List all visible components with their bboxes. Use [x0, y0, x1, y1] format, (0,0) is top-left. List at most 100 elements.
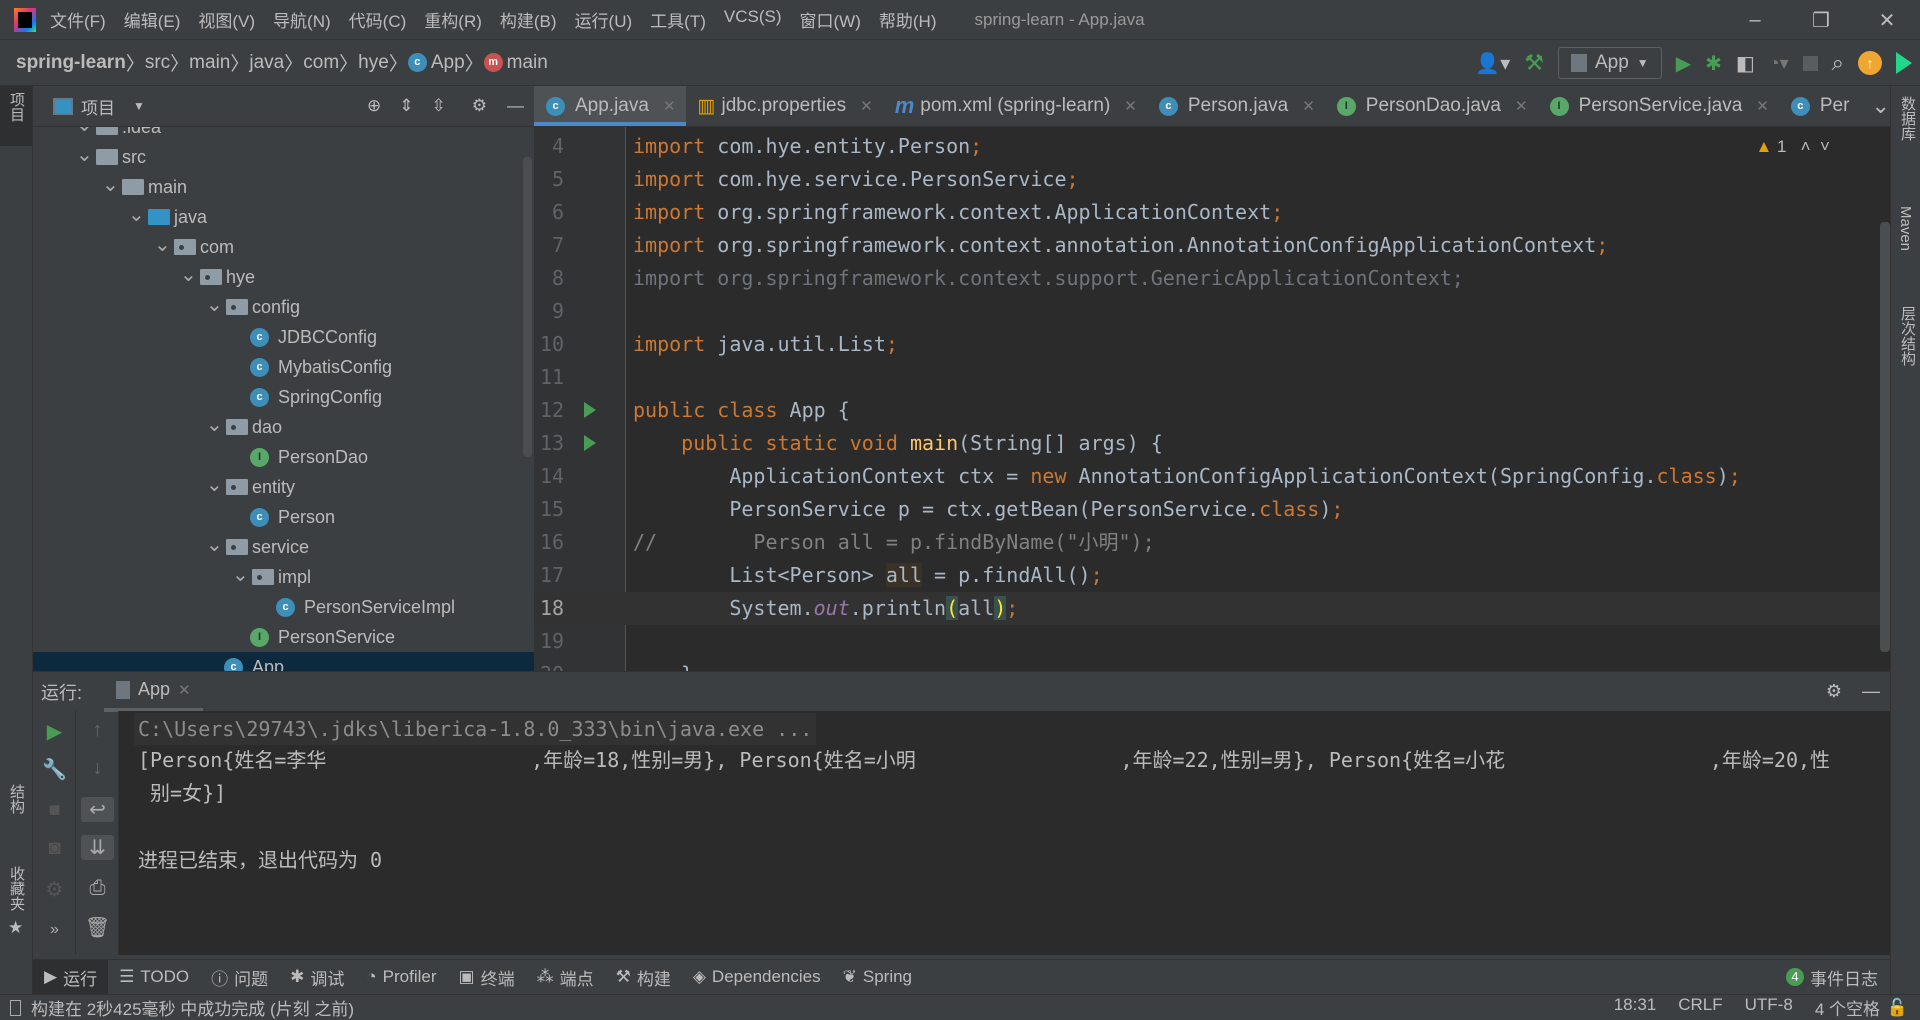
close-tab-icon[interactable]: ✕	[1756, 97, 1769, 115]
run-icon[interactable]: ▶	[1676, 51, 1691, 76]
tree-item[interactable]: c Person	[33, 502, 534, 532]
tree-item[interactable]: ⌄ service	[33, 532, 534, 562]
tool-tab-spring[interactable]: ❦ Spring	[832, 960, 923, 995]
lock-icon[interactable]: 🔓	[1887, 998, 1908, 1018]
menu-item[interactable]: 视图(V)	[198, 7, 255, 32]
chevron-down-icon[interactable]: ⌄	[206, 412, 223, 437]
console-output[interactable]: C:\Users\29743\.jdks\liberica-1.8.0_333\…	[119, 711, 1890, 955]
tool-tab-profiler[interactable]: ◔ Profiler	[355, 960, 447, 995]
inspection-widget[interactable]: ▲ 1 ˄ ˅	[1755, 137, 1830, 157]
close-tab-icon[interactable]: ✕	[178, 681, 191, 699]
editor-scrollbar[interactable]	[1880, 222, 1890, 652]
close-tab-icon[interactable]: ✕	[860, 97, 873, 115]
breadcrumb-item[interactable]: c App	[407, 49, 465, 76]
breadcrumb-item[interactable]: main	[189, 49, 230, 76]
tree-item[interactable]: ⌄ com	[33, 232, 534, 262]
minimize-button[interactable]: –	[1722, 0, 1788, 40]
tree-item[interactable]: ⌄ hye	[33, 262, 534, 292]
close-tab-icon[interactable]: ✕	[1124, 97, 1137, 115]
menu-item[interactable]: 构建(B)	[500, 7, 557, 32]
chevron-down-icon[interactable]: ⌄	[154, 232, 171, 257]
hide-panel-icon[interactable]: —	[1862, 681, 1880, 702]
chevron-down-icon[interactable]: ⌄	[232, 562, 249, 587]
tool-tab-build[interactable]: ⚒ 构建	[605, 960, 682, 995]
chevron-down-icon[interactable]: ⌄	[206, 532, 223, 557]
tree-item[interactable]: ⌄ config	[33, 292, 534, 322]
gear-icon[interactable]: ⚙	[1826, 681, 1842, 702]
soft-wrap-icon[interactable]: ↩	[81, 797, 114, 822]
tab-overflow-chevron-icon[interactable]: ⌄	[1859, 86, 1890, 126]
collapse-all-icon[interactable]: ⇳	[432, 96, 446, 116]
tab-persondao-java[interactable]: I PersonDao.java ✕	[1325, 86, 1538, 126]
stop-icon[interactable]	[1802, 55, 1818, 71]
settings-icon[interactable]: ⚙	[33, 877, 76, 902]
tool-tab-terminal[interactable]: ▣ 终端	[448, 960, 526, 995]
menu-item[interactable]: 窗口(W)	[800, 7, 861, 32]
tab-per[interactable]: c Per	[1779, 86, 1860, 126]
tree-item[interactable]: ⌄ dao	[33, 412, 534, 442]
chevron-down-icon[interactable]: ⌄	[180, 262, 197, 287]
project-tool-button[interactable]: 项目	[0, 86, 32, 146]
tab-jdbc-properties[interactable]: ▥ jdbc.properties ✕	[686, 86, 883, 126]
favorites-tool-button[interactable]: 收藏夹	[6, 866, 27, 911]
profile-icon[interactable]: ◔▾	[1769, 53, 1789, 74]
update-icon[interactable]: ↑	[1858, 51, 1882, 75]
close-tab-icon[interactable]: ✕	[1515, 97, 1528, 115]
breadcrumb-item[interactable]: src	[145, 49, 170, 76]
build-hammer-icon[interactable]: ⚒	[1524, 50, 1544, 76]
breadcrumb-item[interactable]: java	[249, 49, 284, 76]
stop-icon[interactable]: ■	[33, 799, 76, 822]
structure-tool-button[interactable]: 结构	[6, 784, 27, 814]
arrow-down-icon[interactable]: ↓	[76, 757, 119, 780]
expand-all-icon[interactable]: ⇕	[399, 96, 413, 116]
close-tab-icon[interactable]: ✕	[663, 97, 676, 115]
run-gutter-icon[interactable]	[584, 402, 596, 418]
camera-icon[interactable]: ◙	[33, 837, 76, 860]
tab-personservice-java[interactable]: I PersonService.java ✕	[1538, 86, 1779, 126]
scroll-to-end-icon[interactable]: ⇊	[81, 835, 114, 860]
tree-item[interactable]: c MybatisConfig	[33, 352, 534, 382]
menu-item[interactable]: 重构(R)	[424, 7, 482, 32]
tree-item[interactable]: ⌄ impl	[33, 562, 534, 592]
tool-tab-dependencies[interactable]: ◈ Dependencies	[682, 960, 832, 995]
chevron-down-icon[interactable]: ⌄	[206, 472, 223, 497]
code-editor[interactable]: 4 import com.hye.entity.Person; 5 import co…	[534, 127, 1890, 671]
tree-item[interactable]: c PersonServiceImpl	[33, 592, 534, 622]
tool-tab-endpoints[interactable]: ⁂ 端点	[526, 960, 605, 995]
close-tab-icon[interactable]: ✕	[1302, 97, 1315, 115]
tree-item[interactable]: c SpringConfig	[33, 382, 534, 412]
tab-pom-xml-spring-learn-[interactable]: m pom.xml (spring-learn) ✕	[883, 86, 1147, 126]
breadcrumb-item[interactable]: spring-learn	[16, 49, 126, 76]
panel-toggle-icon[interactable]	[10, 999, 21, 1016]
file-encoding[interactable]: UTF-8	[1745, 995, 1793, 1020]
indent-setting[interactable]: 4 个空格	[1815, 995, 1880, 1020]
locate-file-icon[interactable]: ⊕	[367, 96, 381, 116]
breadcrumb-item[interactable]: m main	[483, 49, 548, 76]
tree-item[interactable]: ⌄ src	[33, 142, 534, 172]
search-icon[interactable]: ⌕	[1832, 50, 1844, 76]
more-icon[interactable]: »	[33, 921, 76, 939]
wrench-icon[interactable]: 🔧	[33, 757, 76, 782]
menu-item[interactable]: VCS(S)	[724, 7, 782, 32]
chevron-down-icon[interactable]: ⌄	[206, 292, 223, 317]
trash-icon[interactable]: 🗑	[76, 915, 119, 940]
chevron-down-icon[interactable]: ⌄	[76, 142, 93, 167]
menu-item[interactable]: 文件(F)	[50, 7, 106, 32]
maximize-button[interactable]: ❐	[1788, 0, 1854, 40]
tree-item[interactable]: ⌄ main	[33, 172, 534, 202]
arrow-up-icon[interactable]: ↑	[76, 719, 119, 742]
line-separator[interactable]: CRLF	[1678, 995, 1722, 1020]
caret-position[interactable]: 18:31	[1614, 995, 1657, 1020]
gear-icon[interactable]: ⚙	[472, 96, 487, 116]
tool-tab-todo[interactable]: ☰ TODO	[108, 960, 200, 995]
toolbox-icon[interactable]	[1896, 52, 1912, 74]
run-configuration-select[interactable]: App ▼	[1557, 47, 1662, 79]
debug-icon[interactable]: ✱	[1705, 51, 1722, 76]
tree-item[interactable]: ⌄ .idea	[33, 127, 534, 142]
tool-tab-debug[interactable]: ✱ 调试	[279, 960, 355, 995]
menu-item[interactable]: 工具(T)	[650, 7, 706, 32]
tree-item[interactable]: I PersonService	[33, 622, 534, 652]
tool-tab-problems[interactable]: ⓘ 问题	[200, 960, 279, 995]
chevron-down-icon[interactable]: ⌄	[76, 127, 93, 137]
account-icon[interactable]: 👤▾	[1475, 51, 1510, 76]
